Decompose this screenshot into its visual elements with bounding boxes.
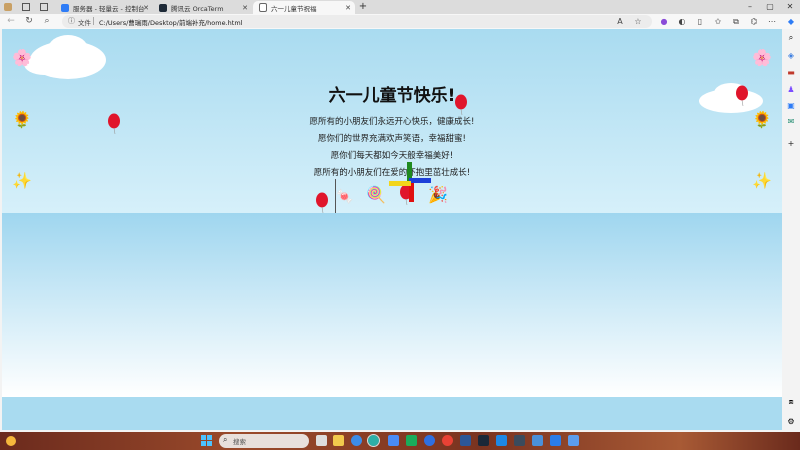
- edge-active-icon[interactable]: [367, 434, 380, 447]
- chrome-icon[interactable]: [442, 435, 453, 446]
- search-icon[interactable]: ⌕: [785, 32, 797, 44]
- tab-cloud-console[interactable]: 服务器 - 轻量云 - 控制台 ✕: [55, 1, 153, 14]
- workspaces-icon[interactable]: [22, 3, 30, 11]
- browser-icon[interactable]: [424, 435, 435, 446]
- app-icon[interactable]: [550, 435, 561, 446]
- close-window-button[interactable]: ✕: [780, 1, 800, 13]
- close-icon[interactable]: ✕: [242, 4, 248, 12]
- tab-title: 服务器 - 轻量云 - 控制台: [73, 4, 145, 13]
- party-popper-icon: 🎉: [428, 185, 448, 204]
- balloon-icon: [316, 192, 328, 214]
- more-menu-icon[interactable]: ⋯: [766, 15, 778, 28]
- tab-actions-icon[interactable]: [40, 3, 48, 11]
- search-icon[interactable]: ⌕: [40, 15, 54, 28]
- outlook-icon[interactable]: ✉: [785, 116, 797, 128]
- app-icon[interactable]: [568, 435, 579, 446]
- wechat-icon[interactable]: [406, 435, 417, 446]
- minimize-button[interactable]: –: [740, 1, 760, 13]
- copilot-sidebar-icon[interactable]: ◆: [785, 15, 797, 28]
- tab-title: 腾讯云 OrcaTerm: [171, 4, 224, 13]
- office-icon[interactable]: ▣: [785, 100, 797, 112]
- app-icon[interactable]: [460, 435, 471, 446]
- screenshot-icon[interactable]: ⧈: [785, 396, 797, 408]
- candy-icon: 🍬: [336, 189, 354, 205]
- address-bar-row: ← ↻ ⌕ ⓘ 文件 C:/Users/曹瑞雨/Desktop/前端补充/hom…: [0, 14, 800, 29]
- terminal-app-icon[interactable]: [514, 435, 525, 446]
- pinwheel-icon: [389, 162, 431, 202]
- tab-orcaterm[interactable]: 腾讯云 OrcaTerm ✕: [153, 1, 252, 14]
- file-explorer-icon[interactable]: [333, 435, 344, 446]
- edge-sidebar: ⌕ ◈ ▬ ♟ ▣ ✉ + ⧈ ⚙: [782, 29, 800, 432]
- flower-right: 🌸: [752, 48, 772, 67]
- page-icon: [259, 3, 267, 12]
- tab-strip: 服务器 - 轻量云 - 控制台 ✕ 腾讯云 OrcaTerm ✕ 六一儿童节祝福…: [0, 0, 800, 14]
- weather-widget[interactable]: [4, 434, 30, 448]
- shopping-tag-icon[interactable]: ◈: [785, 50, 797, 62]
- settings-gear-icon[interactable]: ⚙: [785, 416, 797, 428]
- collections-icon[interactable]: ⧉: [730, 15, 742, 28]
- search-icon: ⌕: [223, 435, 228, 444]
- web-page: 🌸 🌸 🌻 🌻 ✨ ✨ 六一儿童节快乐! 愿所有的小朋友们永远开心快乐，健康成长…: [2, 29, 782, 430]
- toolbox-icon[interactable]: ▬: [785, 67, 797, 79]
- flower-left: 🌸: [12, 48, 32, 67]
- maximize-button[interactable]: ▢: [760, 1, 780, 13]
- url-scheme-label: 文件: [78, 19, 91, 27]
- lollipop-icon: 🍭: [366, 185, 386, 204]
- taskbar-search[interactable]: ⌕ 搜索: [219, 434, 309, 448]
- close-icon[interactable]: ✕: [345, 4, 351, 12]
- extension-icon[interactable]: ◐: [676, 15, 688, 28]
- info-icon[interactable]: ⓘ: [68, 16, 75, 26]
- address-bar[interactable]: ⓘ 文件 C:/Users/曹瑞雨/Desktop/前端补充/home.html…: [62, 15, 652, 28]
- task-view-icon[interactable]: [316, 435, 327, 446]
- games-icon[interactable]: ♟: [785, 84, 797, 96]
- steam-icon[interactable]: [478, 435, 489, 446]
- taskbar: ⌕ 搜索: [0, 432, 800, 450]
- app-icon[interactable]: [532, 435, 543, 446]
- read-aloud-icon[interactable]: A: [614, 15, 626, 28]
- page-background: [2, 213, 782, 397]
- new-tab-button[interactable]: +: [357, 1, 369, 13]
- page-footer-band: [2, 397, 782, 430]
- add-app-icon[interactable]: +: [785, 138, 797, 150]
- weather-icon: [6, 436, 16, 446]
- vscode-icon[interactable]: [496, 435, 507, 446]
- refresh-button[interactable]: ↻: [22, 15, 36, 28]
- tab-title: 六一儿童节祝福: [271, 4, 317, 13]
- terminal-icon: [159, 3, 167, 12]
- store-icon[interactable]: [388, 435, 399, 446]
- split-screen-icon[interactable]: ▯: [694, 15, 706, 28]
- wish-line: 愿所有的小朋友们永远开心快乐，健康成长!: [309, 117, 475, 127]
- page-title: 六一儿童节快乐!: [328, 86, 456, 106]
- performance-icon[interactable]: ⌬: [748, 15, 760, 28]
- wish-line: 愿你们的世界充满欢声笑语，幸福甜蜜!: [318, 134, 466, 144]
- back-button[interactable]: ←: [4, 15, 18, 28]
- edge-icon[interactable]: [351, 435, 362, 446]
- tab-children-day[interactable]: 六一儿童节祝福 ✕: [253, 1, 355, 14]
- copilot-icon[interactable]: ●: [658, 15, 670, 28]
- search-placeholder: 搜索: [233, 438, 246, 446]
- favorite-star-icon[interactable]: ☆: [632, 15, 644, 28]
- cloud-icon: [61, 3, 69, 12]
- favorites-icon[interactable]: ✩: [712, 15, 724, 28]
- close-icon[interactable]: ✕: [143, 4, 149, 12]
- url-text[interactable]: C:/Users/曹瑞雨/Desktop/前端补充/home.html: [99, 17, 243, 27]
- url-separator: [93, 17, 94, 25]
- profile-icon[interactable]: [4, 3, 12, 11]
- windows-start-icon[interactable]: [201, 435, 212, 446]
